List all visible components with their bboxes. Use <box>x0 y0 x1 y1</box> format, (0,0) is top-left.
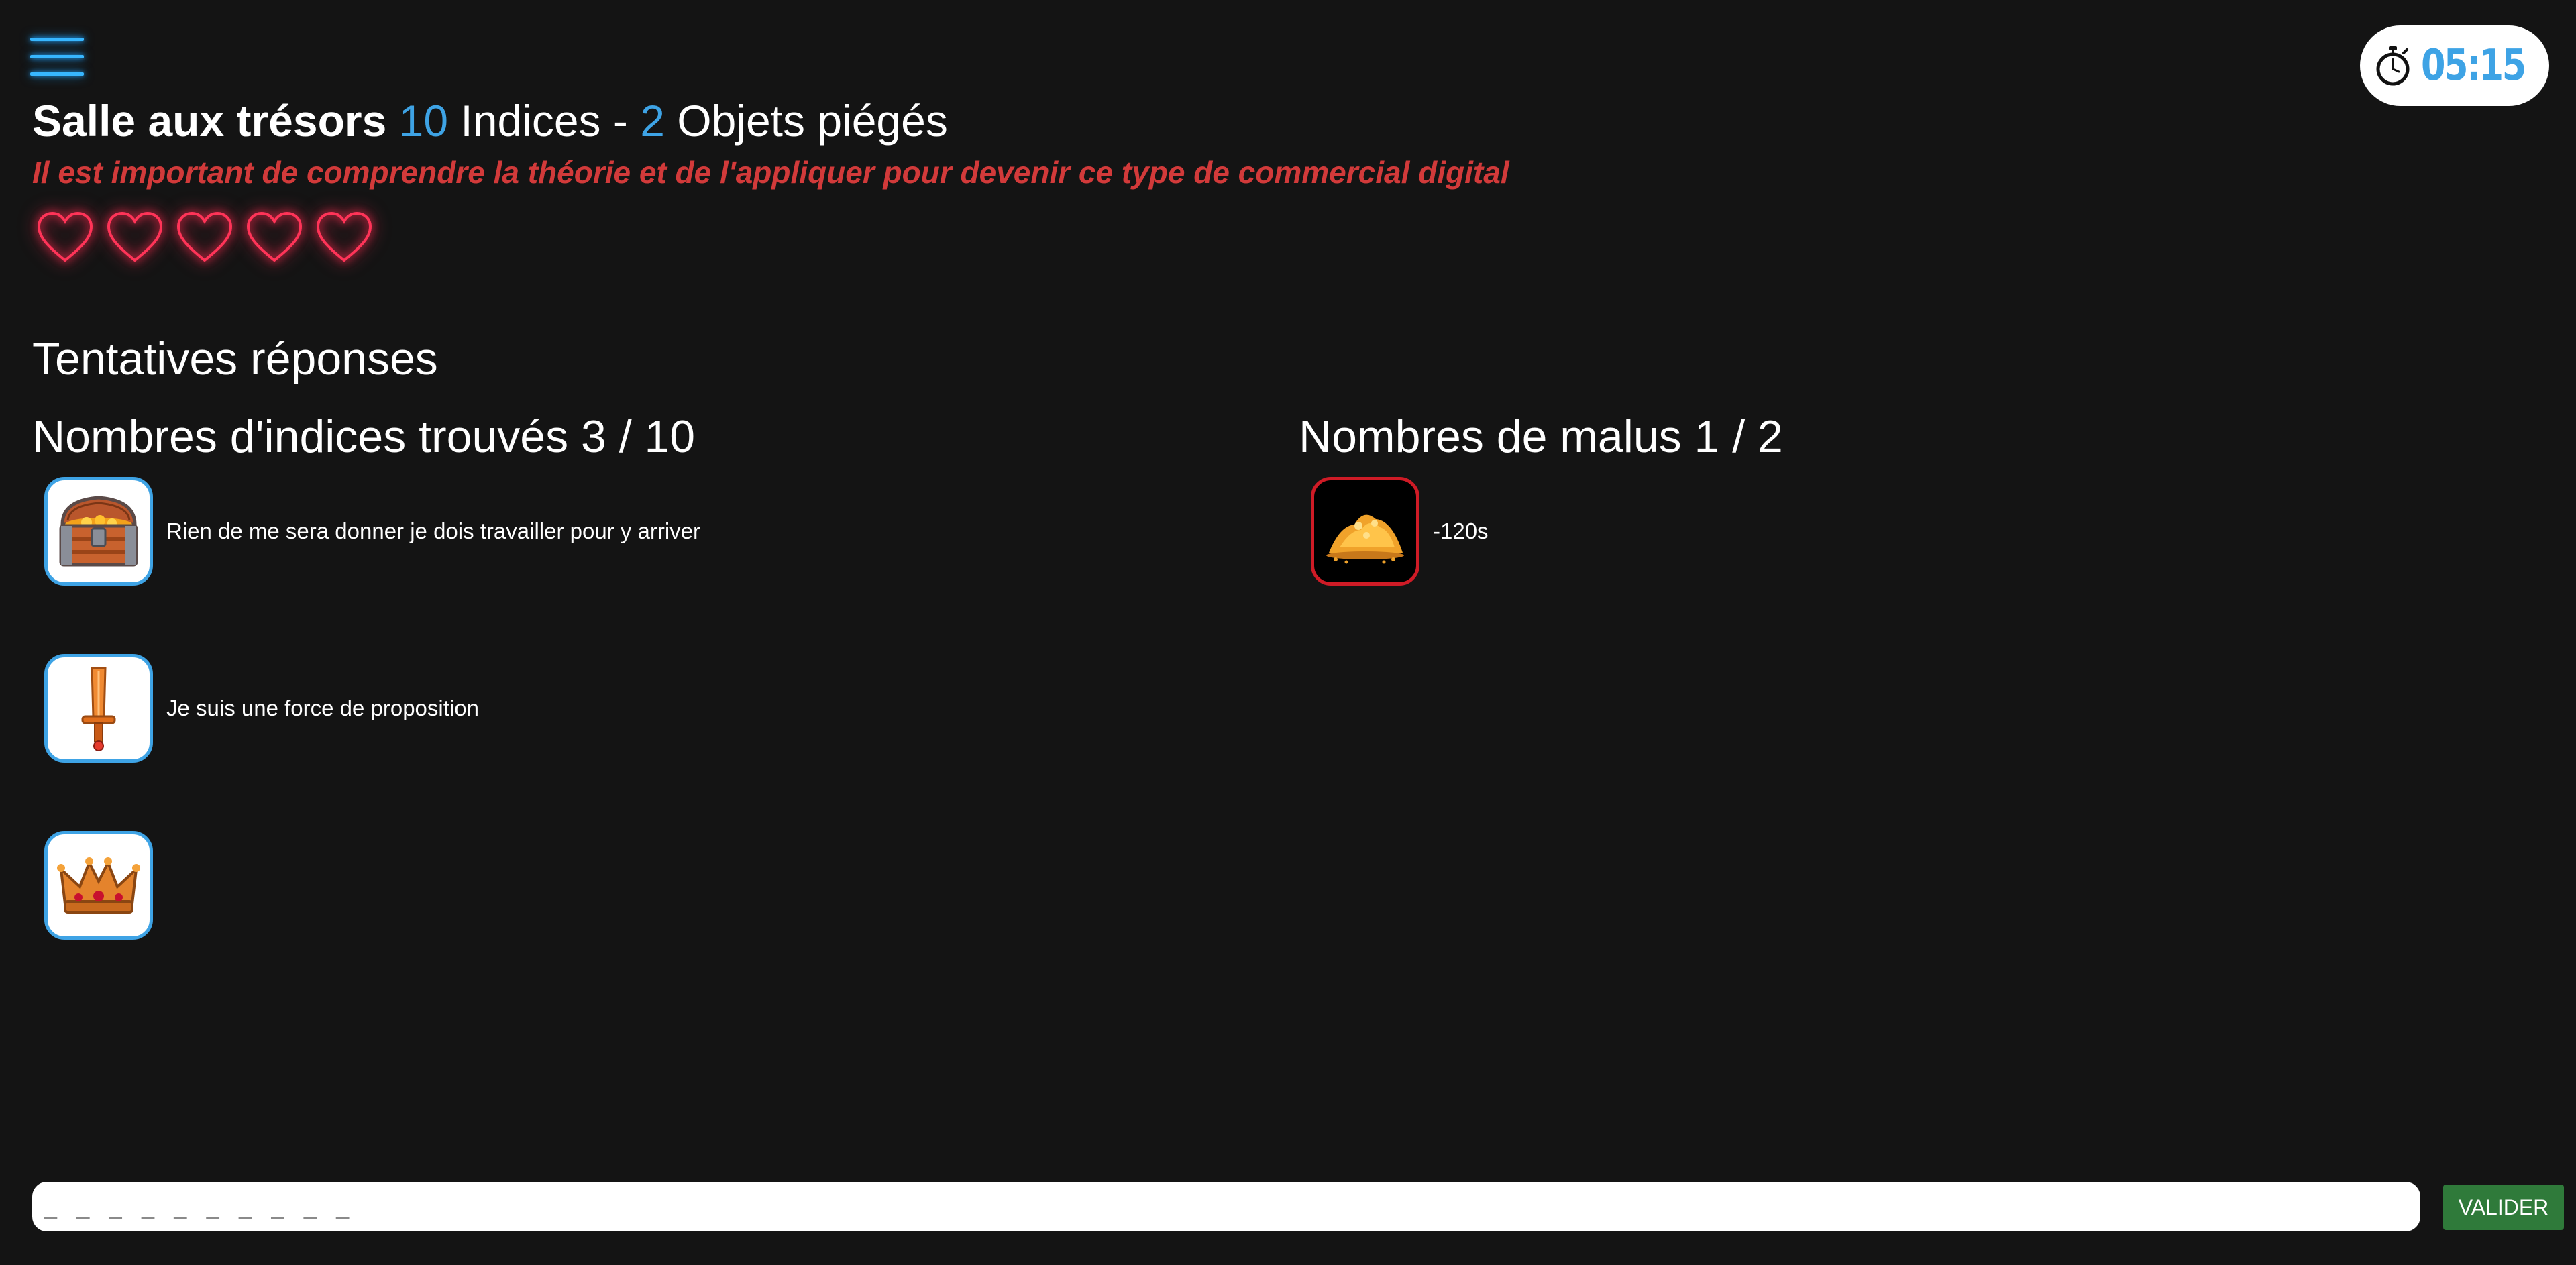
answer-input[interactable] <box>32 1182 2420 1231</box>
page-subtitle: Il est important de comprendre la théori… <box>32 155 1509 190</box>
stopwatch-icon <box>2376 46 2410 86</box>
heart-icon <box>246 211 303 262</box>
crown-icon <box>44 831 153 940</box>
traps-count: 2 <box>640 96 665 146</box>
hint-item: Je suis une force de proposition <box>44 654 479 763</box>
hamburger-menu-icon[interactable] <box>30 34 87 82</box>
heart-icon <box>107 211 163 262</box>
lives-hearts <box>35 209 374 266</box>
hints-label <box>448 96 460 146</box>
malus-text: -120s <box>1433 518 1489 543</box>
hint-item: Rien de me sera donner je dois travaille… <box>44 477 700 586</box>
hints-label-text: Indices - <box>460 96 628 146</box>
sword-icon <box>44 654 153 763</box>
hint-item <box>44 831 166 940</box>
menu-line <box>30 38 84 41</box>
gold-pile-icon <box>1311 477 1419 586</box>
heart-icon <box>176 211 233 262</box>
hint-text: Je suis une force de proposition <box>166 696 479 720</box>
treasure-chest-icon <box>44 477 153 586</box>
hints-found-title: Nombres d'indices trouvés 3 / 10 <box>32 411 696 462</box>
timer-value: 05:15 <box>2421 41 2526 91</box>
submit-button[interactable]: VALIDER <box>2443 1185 2564 1230</box>
traps-label: Objets piégés <box>677 96 948 146</box>
page-title: Salle aux trésors 10 Indices - 2 Objets … <box>32 95 948 146</box>
malus-title: Nombres de malus 1 / 2 <box>1299 411 1783 462</box>
hint-text: Rien de me sera donner je dois travaille… <box>166 518 701 543</box>
treasure-room-page: 05:15 Salle aux trésors 10 Indices - 2 O… <box>0 0 2576 1265</box>
hints-count: 10 <box>398 96 449 146</box>
heart-icon <box>37 211 93 262</box>
attempts-title: Tentatives réponses <box>32 333 438 384</box>
countdown-timer: 05:15 <box>2360 25 2549 106</box>
menu-line <box>30 72 84 76</box>
heart-icon <box>316 211 372 262</box>
menu-line <box>30 55 84 58</box>
malus-item: -120s <box>1311 477 1489 586</box>
room-name: Salle aux trésors <box>32 96 387 146</box>
